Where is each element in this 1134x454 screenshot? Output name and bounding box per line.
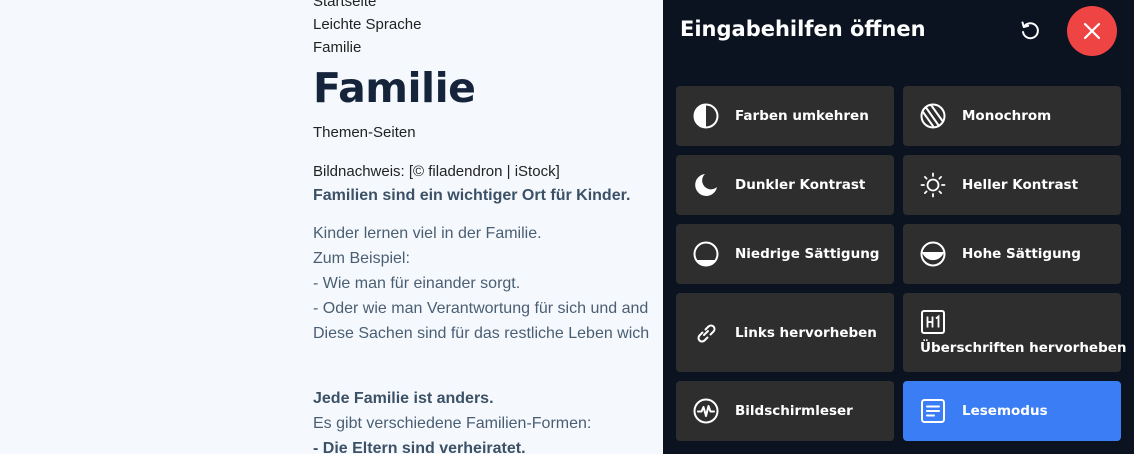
lead-text: Familien sind ein wichtiger Ort für Kind… [313, 187, 631, 204]
tile-label: Lesemodus [962, 403, 1048, 419]
tile-label: Monochrom [962, 108, 1052, 124]
high-saturation-icon [920, 241, 946, 267]
page-subtitle[interactable]: Themen-Seiten [313, 123, 673, 143]
screen-reader-button[interactable]: Bildschirmleser [676, 381, 894, 441]
highlight-links-button[interactable]: Links hervorheben [676, 293, 894, 372]
body-text: Kinder lernen viel in der Familie. Zum B… [313, 221, 673, 346]
panel-title: Eingabehilfen öffnen [680, 17, 926, 41]
body-line: - Oder wie man Verantwortung für sich un… [313, 300, 649, 317]
tile-label: Farben umkehren [735, 108, 869, 124]
tile-label: Bildschirmleser [735, 403, 853, 419]
low-saturation-icon [693, 241, 719, 267]
tile-label: Links hervorheben [735, 324, 877, 341]
low-saturation-button[interactable]: Niedrige Sättigung [676, 224, 894, 284]
sun-icon [920, 172, 946, 198]
moon-icon [693, 172, 719, 198]
breadcrumb-item-easy-language[interactable]: Leichte Sprache [313, 13, 673, 36]
reading-mode-button[interactable]: Lesemodus [903, 381, 1121, 441]
tile-label: Überschriften hervorheben [920, 340, 1127, 356]
body-line: Zum Beispiel: [313, 250, 410, 267]
tile-label: Heller Kontrast [962, 177, 1079, 193]
body-line: Es gibt verschiedene Familien-Formen: [313, 415, 592, 432]
close-icon [1083, 22, 1101, 40]
close-button[interactable] [1067, 6, 1117, 56]
accessibility-panel: Eingabehilfen öffnen Farben umkehren Mon… [663, 0, 1134, 454]
page-title: Familie [313, 64, 476, 112]
breadcrumb-item-home[interactable]: Startseite [313, 0, 673, 13]
reading-mode-icon [920, 398, 946, 424]
invert-colors-icon [693, 103, 719, 129]
section-heading: Jede Familie ist anders. [313, 390, 494, 407]
body-line: - Die Eltern sind verheiratet. [313, 440, 526, 454]
body-line: Kinder lernen viel in der Familie. [313, 225, 542, 242]
heading-icon [920, 309, 946, 335]
body-line: - Wie man für einander sorgt. [313, 275, 521, 292]
image-credit: Bildnachweis: [© filadendron | iStock] [313, 163, 560, 180]
monochrome-button[interactable]: Monochrom [903, 86, 1121, 146]
high-saturation-button[interactable]: Hohe Sättigung [903, 224, 1121, 284]
invert-colors-button[interactable]: Farben umkehren [676, 86, 894, 146]
reset-icon [1021, 21, 1039, 40]
screen-reader-icon [693, 398, 719, 424]
tile-label: Niedrige Sättigung [735, 246, 880, 262]
breadcrumb: Startseite Leichte Sprache Familie [313, 0, 673, 59]
monochrome-icon [920, 103, 946, 129]
reset-button[interactable] [1015, 16, 1045, 46]
link-icon [693, 320, 719, 346]
highlight-headings-button[interactable]: Überschriften hervorheben [903, 293, 1127, 372]
breadcrumb-item-current: Familie [313, 39, 362, 56]
page-content: Startseite Leichte Sprache Familie Famil… [313, 0, 673, 454]
light-contrast-button[interactable]: Heller Kontrast [903, 155, 1121, 215]
tile-label: Hohe Sättigung [962, 246, 1081, 262]
body-line: Diese Sachen sind für das restliche Lebe… [313, 325, 650, 342]
tile-label: Dunkler Kontrast [735, 177, 866, 193]
dark-contrast-button[interactable]: Dunkler Kontrast [676, 155, 894, 215]
